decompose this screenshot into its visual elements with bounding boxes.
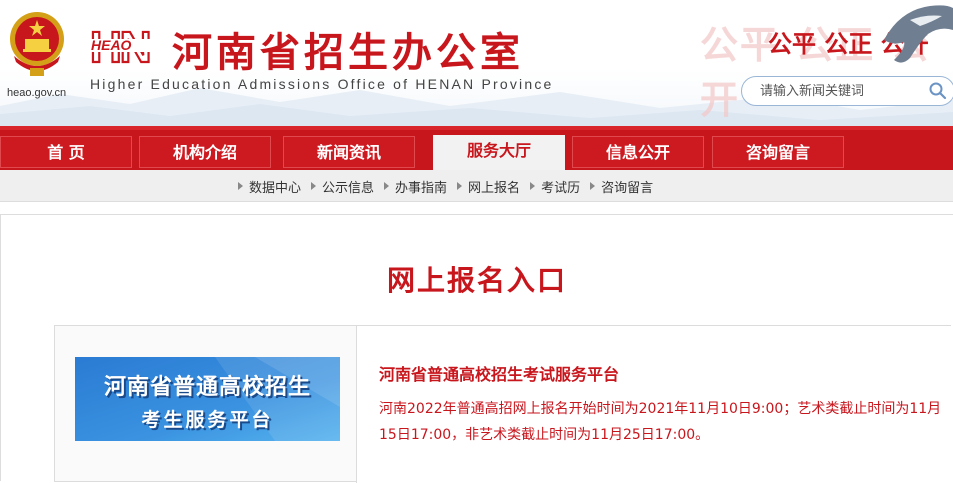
- heao-logo-icon: HN HEAO: [88, 22, 166, 68]
- main-nav: 首 页 机构介绍 新闻资讯 服务大厅 信息公开 咨询留言: [0, 126, 953, 172]
- nav-item-home[interactable]: 首 页: [0, 136, 132, 168]
- national-emblem-icon: [10, 12, 64, 76]
- eagle-icon: [884, 5, 953, 63]
- arrow-right-icon: [457, 182, 463, 190]
- subnav-item-guide[interactable]: 办事指南: [384, 177, 447, 196]
- arrow-right-icon: [238, 182, 243, 190]
- nav-item-about[interactable]: 机构介绍: [139, 136, 271, 168]
- nav-item-service-hall[interactable]: 服务大厅: [433, 132, 565, 172]
- sub-nav: 数据中心 公示信息 办事指南 网上报名 考试历 咨询留言: [0, 170, 953, 202]
- svg-text:HEAO: HEAO: [91, 37, 132, 53]
- page-title: 网上报名入口: [386, 264, 567, 297]
- subnav-item-data-center[interactable]: 数据中心: [238, 177, 301, 196]
- registration-entry-card: 河南省普通高校招生 考生服务平台 河南省普通高校招生考试服务平台 河南2022年…: [54, 325, 951, 483]
- platform-banner[interactable]: 河南省普通高校招生 考生服务平台: [75, 357, 340, 441]
- nav-item-consult[interactable]: 咨询留言: [712, 136, 844, 168]
- nav-item-info-public[interactable]: 信息公开: [572, 136, 704, 168]
- entry-description: 河南2022年普通高招网上报名开始时间为2021年11月10日9:00；艺术类截…: [379, 401, 942, 443]
- subnav-item-label: 公示信息: [322, 180, 375, 196]
- banner-title: 河南省普通高校招生: [103, 374, 311, 400]
- subnav-item-label: 考试历: [541, 180, 581, 196]
- main-content: 网上报名入口 河南省普通高校招生 考生服务平台 河南省普通高校招生考试服务平台 …: [0, 214, 953, 483]
- subnav-item-label: 网上报名: [468, 180, 521, 196]
- subnav-item-exam-calendar[interactable]: 考试历: [530, 177, 580, 196]
- entry-title-link[interactable]: 河南省普通高校招生考试服务平台: [379, 361, 619, 385]
- arrow-right-icon: [530, 182, 536, 190]
- site-title: 河南省招生办公室: [172, 29, 524, 76]
- search-icon[interactable]: [928, 81, 948, 101]
- arrow-right-icon: [311, 182, 317, 190]
- nav-item-news[interactable]: 新闻资讯: [283, 136, 415, 168]
- subnav-item-online-registration[interactable]: 网上报名: [457, 177, 520, 196]
- subnav-item-consult[interactable]: 咨询留言: [590, 177, 653, 196]
- subnav-item-public-notice[interactable]: 公示信息: [311, 177, 374, 196]
- sub-nav-list: 数据中心 公示信息 办事指南 网上报名 考试历 咨询留言: [238, 170, 663, 202]
- arrow-right-icon: [590, 182, 596, 190]
- subnav-item-label: 办事指南: [395, 180, 448, 196]
- site-subtitle: Higher Education Admissions Office of HE…: [90, 76, 554, 92]
- entry-info: 河南省普通高校招生考试服务平台 河南2022年普通高招网上报名开始时间为2021…: [357, 326, 951, 483]
- search-box: [741, 76, 953, 106]
- banner-subtitle: 考生服务平台: [141, 409, 274, 431]
- search-input[interactable]: [742, 77, 922, 105]
- arrow-right-icon: [384, 182, 390, 190]
- subnav-item-label: 咨询留言: [601, 180, 654, 196]
- domain-label: heao.gov.cn: [7, 87, 67, 99]
- subnav-item-label: 数据中心: [249, 180, 302, 196]
- site-header: heao.gov.cn HN HEAO 河南省招生办公室 Higher Educ…: [0, 0, 953, 126]
